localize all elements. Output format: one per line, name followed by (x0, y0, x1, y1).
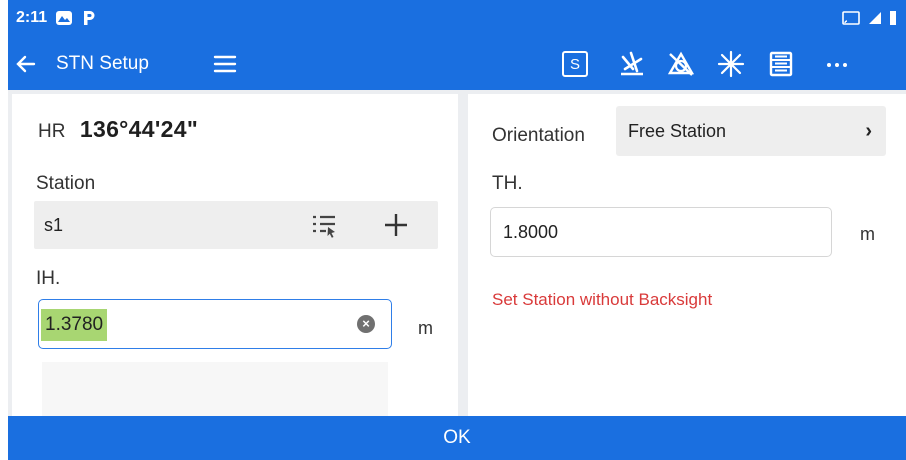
orientation-label: Orientation (492, 125, 585, 146)
ih-unit: m (418, 318, 433, 338)
illumination-icon[interactable] (716, 49, 746, 79)
th-value: 1.8000 (503, 222, 559, 242)
orientation-selector[interactable]: Free Station › (616, 106, 886, 156)
app-bar: STN Setup S (8, 38, 906, 90)
empty-area (42, 362, 388, 420)
ih-label: IH. (36, 268, 61, 289)
station-field[interactable]: s1 (34, 201, 438, 249)
battery-icon (890, 11, 896, 30)
chevron-right-icon: › (865, 120, 872, 142)
back-arrow-icon[interactable] (12, 50, 40, 78)
clear-icon[interactable]: × (357, 315, 375, 333)
stn-setup-screen: 2:11 STN Setup S HR 136°44'24" Station s… (0, 0, 906, 460)
page-title: STN Setup (56, 53, 149, 74)
signal-icon (868, 11, 882, 30)
th-unit: m (860, 224, 875, 244)
th-input[interactable]: 1.8000 (490, 207, 832, 257)
laser-pointer-icon[interactable] (617, 49, 647, 79)
ok-button[interactable]: OK (8, 416, 906, 460)
cast-icon (842, 11, 860, 30)
content-area: HR 136°44'24" Station s1 IH. 1.3780 × m (8, 90, 906, 420)
hr-value: 136°44'24" (79, 116, 199, 142)
ih-input[interactable]: 1.3780 × (38, 299, 392, 349)
layer-settings-icon[interactable] (766, 49, 796, 79)
more-icon[interactable] (822, 49, 852, 79)
warning-message: Set Station without Backsight (492, 290, 713, 309)
status-time: 2:11 (16, 9, 48, 26)
orientation-value: Free Station (628, 121, 727, 141)
status-bar: 2:11 (8, 0, 906, 38)
th-label: TH. (492, 173, 523, 194)
station-value: s1 (44, 215, 64, 235)
ih-value: 1.3780 (41, 309, 108, 341)
station-label: Station (36, 173, 96, 194)
station-panel: HR 136°44'24" Station s1 IH. 1.3780 × m (12, 94, 458, 420)
orientation-panel: Orientation Free Station › TH. 1.8000 m … (468, 94, 906, 416)
gallery-icon (55, 10, 73, 26)
parking-icon (82, 10, 100, 26)
hr-readout: HR 136°44'24" (38, 116, 198, 143)
hr-label: HR (38, 121, 66, 142)
s-button[interactable]: S (560, 49, 590, 79)
no-prism-icon[interactable] (666, 49, 696, 79)
menu-icon[interactable] (212, 52, 238, 76)
s-button-label: S (562, 51, 588, 77)
status-right-icons (842, 11, 896, 30)
add-station-icon[interactable] (382, 211, 410, 239)
station-list-icon[interactable] (310, 211, 338, 239)
